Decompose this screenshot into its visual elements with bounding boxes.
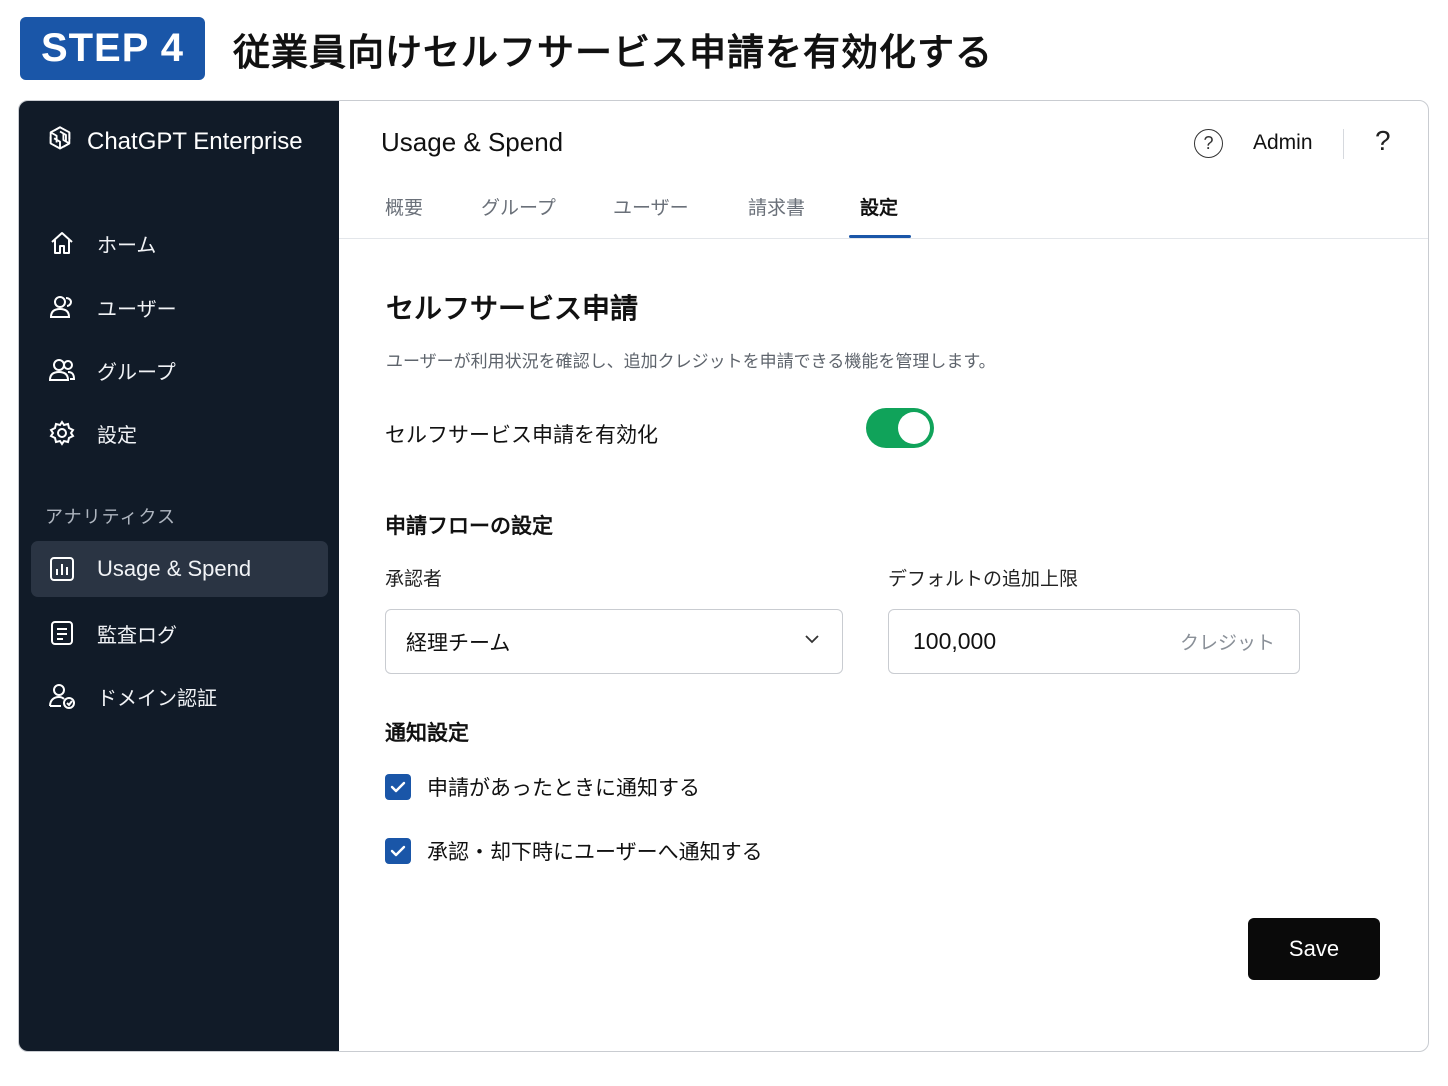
main-panel: Usage & Spend ? Admin ? 概要 グループ ユーザー 請求書… — [339, 101, 1428, 1051]
sidebar-item-groups[interactable]: グループ — [31, 342, 328, 398]
bar-chart-icon — [47, 554, 77, 584]
home-icon — [47, 228, 77, 258]
openai-logo-icon — [43, 123, 77, 161]
sidebar-item-label: ホーム — [97, 232, 157, 257]
tab-settings[interactable]: 設定 — [860, 193, 898, 220]
sidebar-section-label: アナリティクス — [45, 507, 177, 528]
active-tab-indicator — [849, 235, 911, 238]
approver-value: 経理チーム — [406, 630, 511, 655]
sidebar-item-label: ドメイン認証 — [97, 685, 217, 710]
limit-label: デフォルトの追加上限 — [888, 568, 1079, 590]
sidebar-item-users[interactable]: ユーザー — [31, 279, 328, 335]
toggle-label: セルフサービス申請を有効化 — [385, 423, 658, 447]
sidebar-item-usage-spend[interactable]: Usage & Spend — [31, 541, 328, 597]
user-icon — [47, 292, 77, 322]
sidebar-item-audit-log[interactable]: 監査ログ — [31, 605, 328, 661]
sidebar-item-home[interactable]: ホーム — [31, 215, 328, 271]
notify-user-checkbox[interactable]: 承認・却下時にユーザーへ通知する — [385, 836, 763, 866]
notification-settings-title: 通知設定 — [385, 721, 469, 745]
toggle-knob — [898, 412, 930, 444]
help-circle-icon[interactable]: ? — [1194, 129, 1223, 158]
tab-bar: 概要 グループ ユーザー 請求書 設定 — [339, 189, 1428, 239]
tab-users[interactable]: ユーザー — [613, 193, 689, 220]
brand-name: ChatGPT Enterprise — [87, 128, 303, 155]
tab-groups[interactable]: グループ — [481, 193, 556, 220]
step-badge: STEP 4 — [20, 17, 205, 80]
sidebar-item-label: 監査ログ — [97, 622, 177, 647]
checkbox-checked-icon[interactable] — [385, 774, 411, 800]
gear-icon — [47, 418, 77, 448]
limit-value: 100,000 — [913, 628, 997, 654]
group-icon — [47, 355, 77, 385]
sidebar: ChatGPT Enterprise ホーム ユーザー グループ 設定 アナリテ… — [19, 101, 339, 1051]
app-window: ChatGPT Enterprise ホーム ユーザー グループ 設定 アナリテ… — [18, 100, 1429, 1052]
page-heading: 従業員向けセルフサービス申請を有効化する — [233, 31, 993, 74]
sidebar-item-label: ユーザー — [97, 296, 177, 321]
limit-unit: クレジット — [1179, 632, 1275, 654]
sidebar-item-domain-verification[interactable]: ドメイン認証 — [31, 668, 328, 724]
save-button[interactable]: Save — [1248, 918, 1380, 980]
section-title: セルフサービス申請 — [386, 292, 639, 325]
page-title: Usage & Spend — [381, 127, 564, 157]
section-description: ユーザーが利用状況を確認し、追加クレジットを申請できる機能を管理します。 — [386, 352, 996, 372]
brand[interactable]: ChatGPT Enterprise — [43, 123, 303, 161]
user-verify-icon — [47, 681, 77, 711]
chevron-down-icon — [802, 629, 822, 654]
document-icon — [47, 618, 77, 648]
notify-on-request-checkbox[interactable]: 申請があったときに通知する — [385, 772, 700, 802]
tab-invoices[interactable]: 請求書 — [748, 193, 805, 220]
approver-select[interactable]: 経理チーム — [385, 609, 843, 674]
sidebar-item-label: グループ — [97, 359, 176, 384]
sidebar-item-settings[interactable]: 設定 — [31, 405, 328, 461]
topbar-divider — [1343, 129, 1344, 159]
approver-label: 承認者 — [385, 568, 443, 590]
sidebar-item-label: 設定 — [97, 422, 137, 447]
limit-input[interactable]: 100,000 クレジット — [888, 609, 1300, 674]
admin-menu[interactable]: Admin — [1253, 131, 1313, 155]
sidebar-item-label: Usage & Spend — [97, 556, 252, 581]
checkbox-label: 承認・却下時にユーザーへ通知する — [427, 840, 763, 864]
flow-settings-title: 申請フローの設定 — [385, 514, 553, 538]
tab-overview[interactable]: 概要 — [385, 193, 423, 220]
help-icon[interactable]: ? — [1375, 125, 1391, 157]
self-service-toggle[interactable] — [866, 408, 934, 448]
checkbox-checked-icon[interactable] — [385, 838, 411, 864]
checkbox-label: 申請があったときに通知する — [427, 776, 700, 800]
